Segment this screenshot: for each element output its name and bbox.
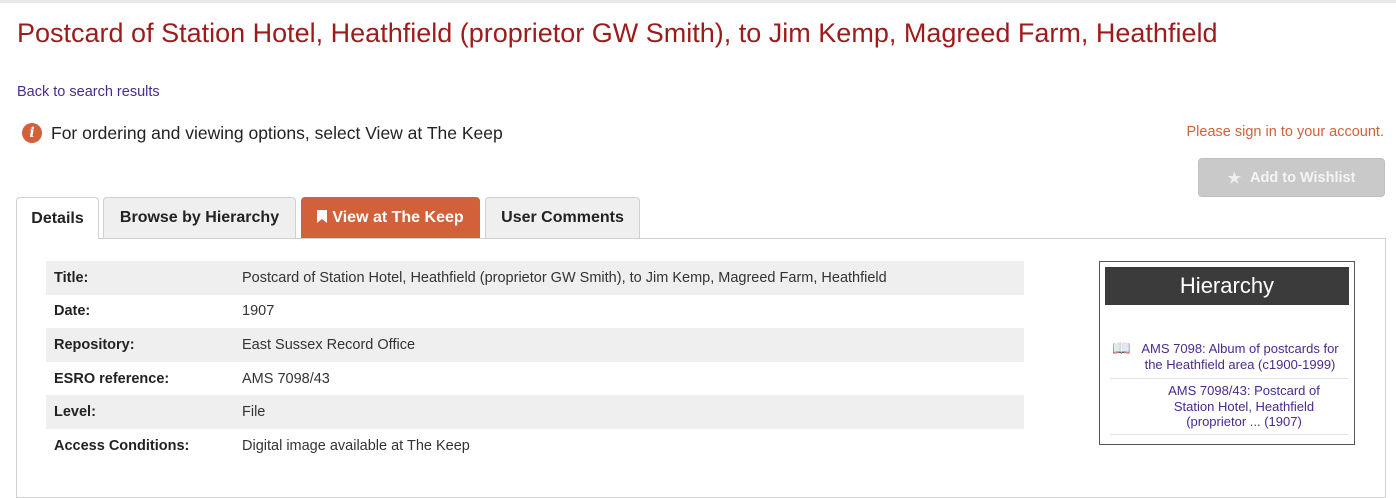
table-row: ESRO reference: AMS 7098/43 [46, 362, 1024, 396]
hierarchy-item-parent[interactable]: 📖 AMS 7098: Album of postcards for the H… [1110, 341, 1348, 379]
ordering-info: i For ordering and viewing options, sele… [22, 121, 503, 145]
sign-in-link[interactable]: Please sign in to your account. [1187, 124, 1384, 140]
hierarchy-title: Hierarchy [1105, 267, 1349, 305]
record-details-table: Title: Postcard of Station Hotel, Heathf… [46, 261, 1024, 463]
record-tabs: Details Browse by Hierarchy View at The … [16, 197, 1386, 239]
field-value: AMS 7098/43 [242, 370, 330, 387]
tab-view-at-the-keep[interactable]: View at The Keep [301, 197, 480, 238]
field-label: Access Conditions: [54, 437, 190, 454]
page-title: Postcard of Station Hotel, Heathfield (p… [17, 18, 1218, 48]
add-to-wishlist-button[interactable]: ★ Add to Wishlist [1198, 158, 1385, 197]
field-label: Date: [54, 303, 91, 320]
hierarchy-box: Hierarchy 📖 AMS 7098: Album of postcards… [1099, 261, 1355, 445]
add-to-wishlist-label: Add to Wishlist [1250, 169, 1356, 186]
field-label: Repository: [46, 328, 227, 362]
hierarchy-item-label: AMS 7098/43: Postcard of Station Hotel, … [1168, 383, 1320, 429]
tab-user-comments[interactable]: User Comments [485, 197, 640, 238]
tab-details-label: Details [31, 209, 84, 227]
table-row: Date: 1907 [46, 295, 1024, 329]
field-label: Level: [46, 395, 227, 429]
back-to-search-link[interactable]: Back to search results [17, 84, 160, 100]
tab-browse-hierarchy[interactable]: Browse by Hierarchy [103, 197, 296, 238]
field-value: 1907 [242, 303, 275, 320]
hierarchy-item-current[interactable]: AMS 7098/43: Postcard of Station Hotel, … [1110, 383, 1348, 435]
table-row: Level: File [46, 395, 1024, 429]
hierarchy-item-label: AMS 7098: Album of postcards for the Hea… [1141, 341, 1339, 372]
table-row: Repository: East Sussex Record Office [46, 328, 1024, 362]
top-border [0, 0, 1396, 3]
book-icon: 📖 [1112, 340, 1131, 357]
field-label: Title: [46, 261, 227, 295]
field-value: File [227, 395, 1024, 429]
tab-details[interactable]: Details [16, 197, 99, 239]
field-label: ESRO reference: [54, 370, 170, 387]
bookmark-icon [317, 210, 328, 226]
table-row: Title: Postcard of Station Hotel, Heathf… [46, 261, 1024, 295]
info-circle-icon: i [22, 123, 42, 143]
tab-browse-hierarchy-label: Browse by Hierarchy [119, 209, 280, 226]
field-value: East Sussex Record Office [227, 328, 1024, 362]
field-value: Digital image available at The Keep [242, 437, 470, 454]
tab-view-at-the-keep-label: View at The Keep [332, 209, 464, 226]
table-row: Access Conditions: Digital image availab… [46, 429, 1024, 463]
star-icon: ★ [1227, 169, 1242, 187]
field-value: Postcard of Station Hotel, Heathfield (p… [227, 261, 1024, 295]
tab-user-comments-label: User Comments [501, 209, 624, 226]
ordering-info-text: For ordering and viewing options, select… [51, 122, 503, 143]
